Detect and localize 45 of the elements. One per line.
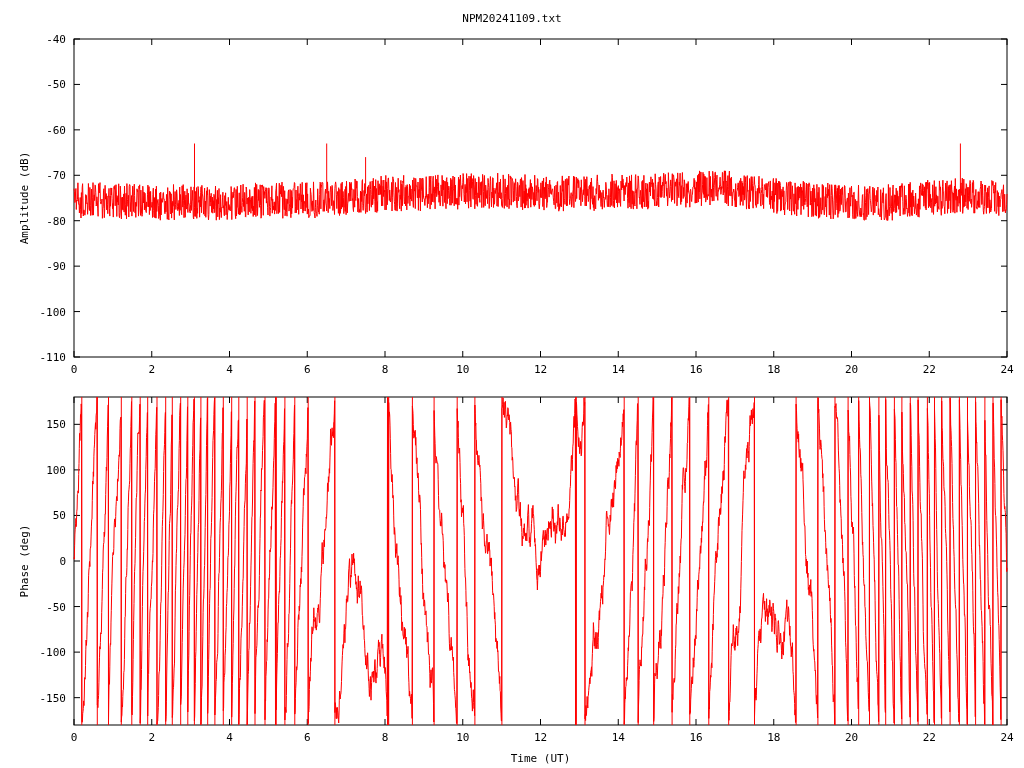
y-axis-label: Amplitude (dB) [18, 151, 31, 245]
y-tick-label: 100 [46, 463, 66, 477]
x-tick-label: 24 [1000, 731, 1014, 744]
y-axis-label: Phase (deg) [18, 524, 31, 598]
y-tick-label: -150 [39, 691, 66, 705]
x-tick-label: 6 [303, 731, 311, 744]
y-tick-label: -90 [46, 260, 66, 274]
x-tick-label: 0 [70, 731, 78, 744]
x-tick-label: 18 [767, 363, 781, 376]
x-tick-label: 6 [303, 363, 311, 376]
x-tick-label: 8 [381, 731, 389, 744]
x-tick-label: 12 [533, 731, 548, 744]
y-tick-label: -40 [46, 33, 66, 46]
x-tick-label: 22 [922, 731, 936, 744]
x-tick-label: 2 [148, 731, 156, 744]
y-tick-label: -100 [39, 305, 66, 319]
y-tick-label: -60 [46, 123, 66, 137]
y-tick-label: -70 [46, 169, 66, 183]
x-tick-label: 2 [148, 363, 156, 376]
y-tick-label: -50 [46, 78, 66, 92]
x-tick-label: 20 [844, 731, 859, 744]
x-tick-label: 14 [611, 363, 625, 376]
x-tick-label: 10 [456, 731, 470, 744]
x-tick-label: 12 [533, 363, 548, 376]
x-tick-label: 0 [70, 363, 78, 376]
x-tick-label: 8 [381, 363, 389, 376]
y-tick-label: 0 [59, 555, 66, 568]
x-tick-label: 16 [689, 731, 703, 744]
x-tick-label: 16 [689, 363, 703, 376]
x-tick-label: 4 [226, 731, 233, 744]
x-axis-label: Time (UT) [510, 752, 571, 765]
chart-title: NPM20241109.txt [462, 11, 562, 27]
x-tick-label: 14 [611, 731, 625, 744]
x-tick-label: 10 [456, 363, 470, 376]
y-tick-label: -100 [39, 646, 66, 660]
y-tick-label: 150 [46, 418, 66, 432]
y-tick-label: -80 [46, 214, 66, 228]
x-tick-label: 4 [226, 363, 233, 376]
x-tick-label: 18 [767, 731, 781, 744]
x-tick-label: 20 [844, 363, 859, 376]
y-tick-label: -110 [39, 351, 66, 364]
y-tick-label: 50 [52, 509, 66, 523]
x-tick-label: 22 [922, 363, 936, 376]
x-tick-label: 24 [1000, 363, 1014, 376]
y-tick-label: -50 [46, 600, 66, 614]
